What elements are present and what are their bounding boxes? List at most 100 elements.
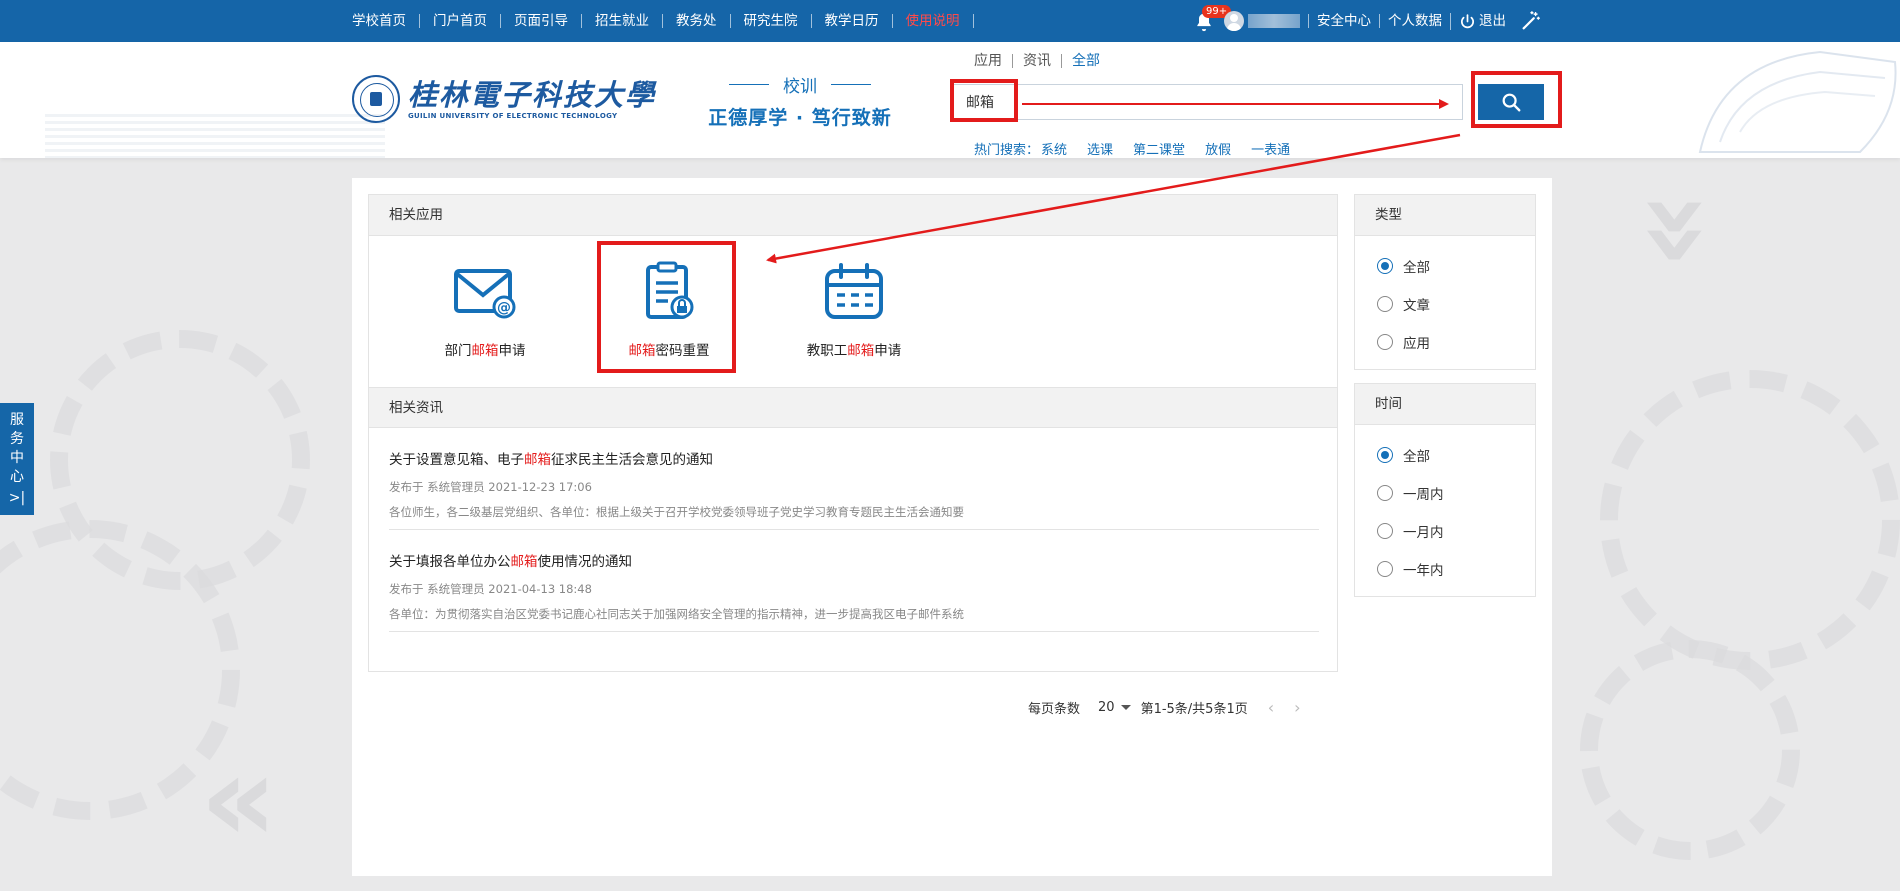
nav-academic-affairs[interactable]: 教务处 (663, 14, 731, 28)
radio-icon (1377, 561, 1393, 577)
nav-graduate-school[interactable]: 研究生院 (731, 14, 812, 28)
radio-checked-icon (1377, 447, 1393, 463)
header: 桂林電子科技大學 GUILIN UNIVERSITY OF ELECTRONIC… (0, 42, 1900, 158)
next-page-icon[interactable]: › (1294, 698, 1300, 717)
search-scope-tabs: 应用 资讯 全部 (974, 54, 1110, 68)
page-size-label: 每页条数 (1028, 702, 1081, 717)
top-right-tools: 99+ 安全中心 个人数据 退出 (1194, 0, 1542, 42)
news-title[interactable]: 关于设置意见箱、电子邮箱征求民主生活会意见的通知 (389, 448, 713, 468)
time-filter-week[interactable]: 一周内 (1355, 474, 1535, 512)
search-tab-all[interactable]: 全部 (1062, 54, 1110, 68)
app-results: @ 部门邮箱申请 邮箱密码重置 教职工邮箱申请 (369, 237, 1337, 387)
university-logo[interactable]: 桂林電子科技大學 GUILIN UNIVERSITY OF ELECTRONIC… (352, 75, 656, 123)
news-section-title: 相关资讯 (369, 387, 1337, 428)
security-center-link[interactable]: 安全中心 (1308, 14, 1379, 28)
nav-page-guide[interactable]: 页面引导 (501, 14, 582, 28)
nav-admission[interactable]: 招生就业 (582, 14, 663, 28)
news-meta: 发布于 系统管理员 2021-04-13 18:48 (389, 582, 592, 596)
service-center-label: 服务中心 (10, 412, 24, 485)
prev-page-icon[interactable]: ‹ (1268, 698, 1274, 717)
magic-wand-icon[interactable] (1520, 10, 1542, 32)
page-size-select[interactable]: 20 (1098, 700, 1131, 715)
news-title[interactable]: 关于填报各单位办公邮箱使用情况的通知 (389, 550, 632, 570)
app-name: 邮箱密码重置 (628, 343, 710, 359)
type-filter: 类型 全部 文章 应用 (1354, 194, 1536, 370)
time-filter: 时间 全部 一周内 一月内 一年内 (1354, 383, 1536, 597)
top-nav: 学校首页 门户首页 页面引导 招生就业 教务处 研究生院 教学日历 使用说明 (342, 0, 974, 42)
hot-keyword-holiday[interactable]: 放假 (1205, 139, 1231, 158)
hot-keyword-one-form[interactable]: 一表通 (1251, 139, 1290, 158)
calendar-icon (825, 263, 883, 319)
motto-title: 校训 (700, 72, 900, 97)
background-gear-decoration (1580, 640, 1800, 860)
background-chevron-decoration: » (1609, 191, 1749, 269)
type-filter-article[interactable]: 文章 (1355, 285, 1535, 323)
search-area: 应用 资讯 全部 热门搜索： 系统 选课 第二课堂 放假 一表通 (948, 54, 1544, 158)
app-mail-password-reset[interactable]: 邮箱密码重置 (589, 237, 749, 359)
app-name: 部门邮箱申请 (444, 343, 526, 359)
header-decoration-left (45, 114, 385, 158)
page-range: 第1-5条/共5条1页 (1140, 702, 1248, 717)
logo-english-name: GUILIN UNIVERSITY OF ELECTRONIC TECHNOLO… (408, 111, 618, 120)
mail-icon: @ (454, 269, 516, 319)
radio-icon (1377, 334, 1393, 350)
motto-title-text: 校训 (783, 77, 817, 97)
type-filter-all[interactable]: 全部 (1355, 247, 1535, 285)
background-gear-decoration (1600, 370, 1900, 670)
hot-keyword-second-classroom[interactable]: 第二课堂 (1133, 139, 1185, 158)
apps-section-title: 相关应用 (369, 195, 1337, 236)
motto-text: 正德厚学 · 笃行致新 (708, 107, 892, 129)
logout-button[interactable]: 退出 (1450, 12, 1514, 30)
password-reset-icon (646, 261, 694, 319)
hot-search: 热门搜索： 系统 选课 第二课堂 放假 一表通 (974, 139, 1310, 158)
logo-chinese-name: 桂林電子科技大學 (408, 77, 657, 112)
background-chevron-decoration: « (200, 730, 278, 869)
news-abstract: 各单位：为贯彻落实自治区党委书记鹿心社同志关于加强网络安全管理的指示精神，进一步… (389, 607, 964, 621)
search-tab-news[interactable]: 资讯 (1013, 54, 1062, 68)
header-decoration-right (1698, 50, 1897, 153)
hot-keyword-course-selection[interactable]: 选课 (1087, 139, 1113, 158)
nav-teaching-calendar[interactable]: 教学日历 (812, 14, 893, 28)
school-motto: 校训 正德厚学 · 笃行致新 (700, 72, 900, 130)
time-filter-year[interactable]: 一年内 (1355, 550, 1535, 588)
time-filter-title: 时间 (1355, 384, 1535, 425)
type-filter-title: 类型 (1355, 195, 1535, 236)
nav-school-home[interactable]: 学校首页 (342, 14, 420, 28)
news-item[interactable]: 关于设置意见箱、电子邮箱征求民主生活会意见的通知 发布于 系统管理员 2021-… (389, 428, 1319, 530)
hot-keyword-system[interactable]: 系统 (1041, 139, 1067, 158)
svg-text:@: @ (497, 300, 511, 316)
news-item[interactable]: 关于填报各单位办公邮箱使用情况的通知 发布于 系统管理员 2021-04-13 … (389, 530, 1319, 632)
radio-checked-icon (1377, 258, 1393, 274)
radio-icon (1377, 523, 1393, 539)
time-filter-all[interactable]: 全部 (1355, 436, 1535, 474)
top-nav-bar: 学校首页 门户首页 页面引导 招生就业 教务处 研究生院 教学日历 使用说明 9… (0, 0, 1900, 42)
type-filter-app[interactable]: 应用 (1355, 323, 1535, 361)
service-center-tab[interactable]: 服务中心 >| (0, 403, 34, 515)
avatar[interactable] (1224, 11, 1244, 31)
notification-button[interactable]: 99+ (1194, 5, 1232, 32)
personal-data-link[interactable]: 个人数据 (1379, 14, 1450, 28)
hot-search-label: 热门搜索： (974, 143, 1040, 158)
nav-user-guide[interactable]: 使用说明 (893, 14, 974, 28)
search-button[interactable] (1478, 84, 1544, 120)
results-panel: 相关应用 @ 部门邮箱申请 邮箱密码重置 教职工邮箱申请 相关资讯 关于设置意见… (368, 194, 1338, 672)
radio-icon (1377, 485, 1393, 501)
chevron-right-icon: >| (8, 490, 26, 506)
news-abstract: 各位师生，各二级基层党组织、各单位：根据上级关于召开学校党委领导班子党史学习教育… (389, 505, 964, 519)
nav-portal-home[interactable]: 门户首页 (420, 14, 501, 28)
caret-down-icon (1120, 705, 1131, 710)
time-filter-month[interactable]: 一月内 (1355, 512, 1535, 550)
app-department-mail-apply[interactable]: @ 部门邮箱申请 (405, 237, 565, 359)
university-emblem-icon (352, 75, 400, 123)
power-icon (1461, 13, 1474, 28)
app-name: 教职工邮箱申请 (806, 343, 902, 359)
logo-text: 桂林電子科技大學 GUILIN UNIVERSITY OF ELECTRONIC… (408, 79, 656, 120)
search-input[interactable] (954, 85, 1462, 119)
radio-icon (1377, 296, 1393, 312)
search-tab-apps[interactable]: 应用 (974, 54, 1013, 68)
pagination: 每页条数 20 第1-5条/共5条1页 ‹ › (1028, 698, 1301, 717)
news-meta: 发布于 系统管理员 2021-12-23 17:06 (389, 480, 592, 494)
app-staff-mail-apply[interactable]: 教职工邮箱申请 (774, 237, 934, 359)
username-redacted[interactable] (1248, 14, 1300, 28)
main-content: 相关应用 @ 部门邮箱申请 邮箱密码重置 教职工邮箱申请 相关资讯 关于设置意见… (352, 178, 1552, 876)
